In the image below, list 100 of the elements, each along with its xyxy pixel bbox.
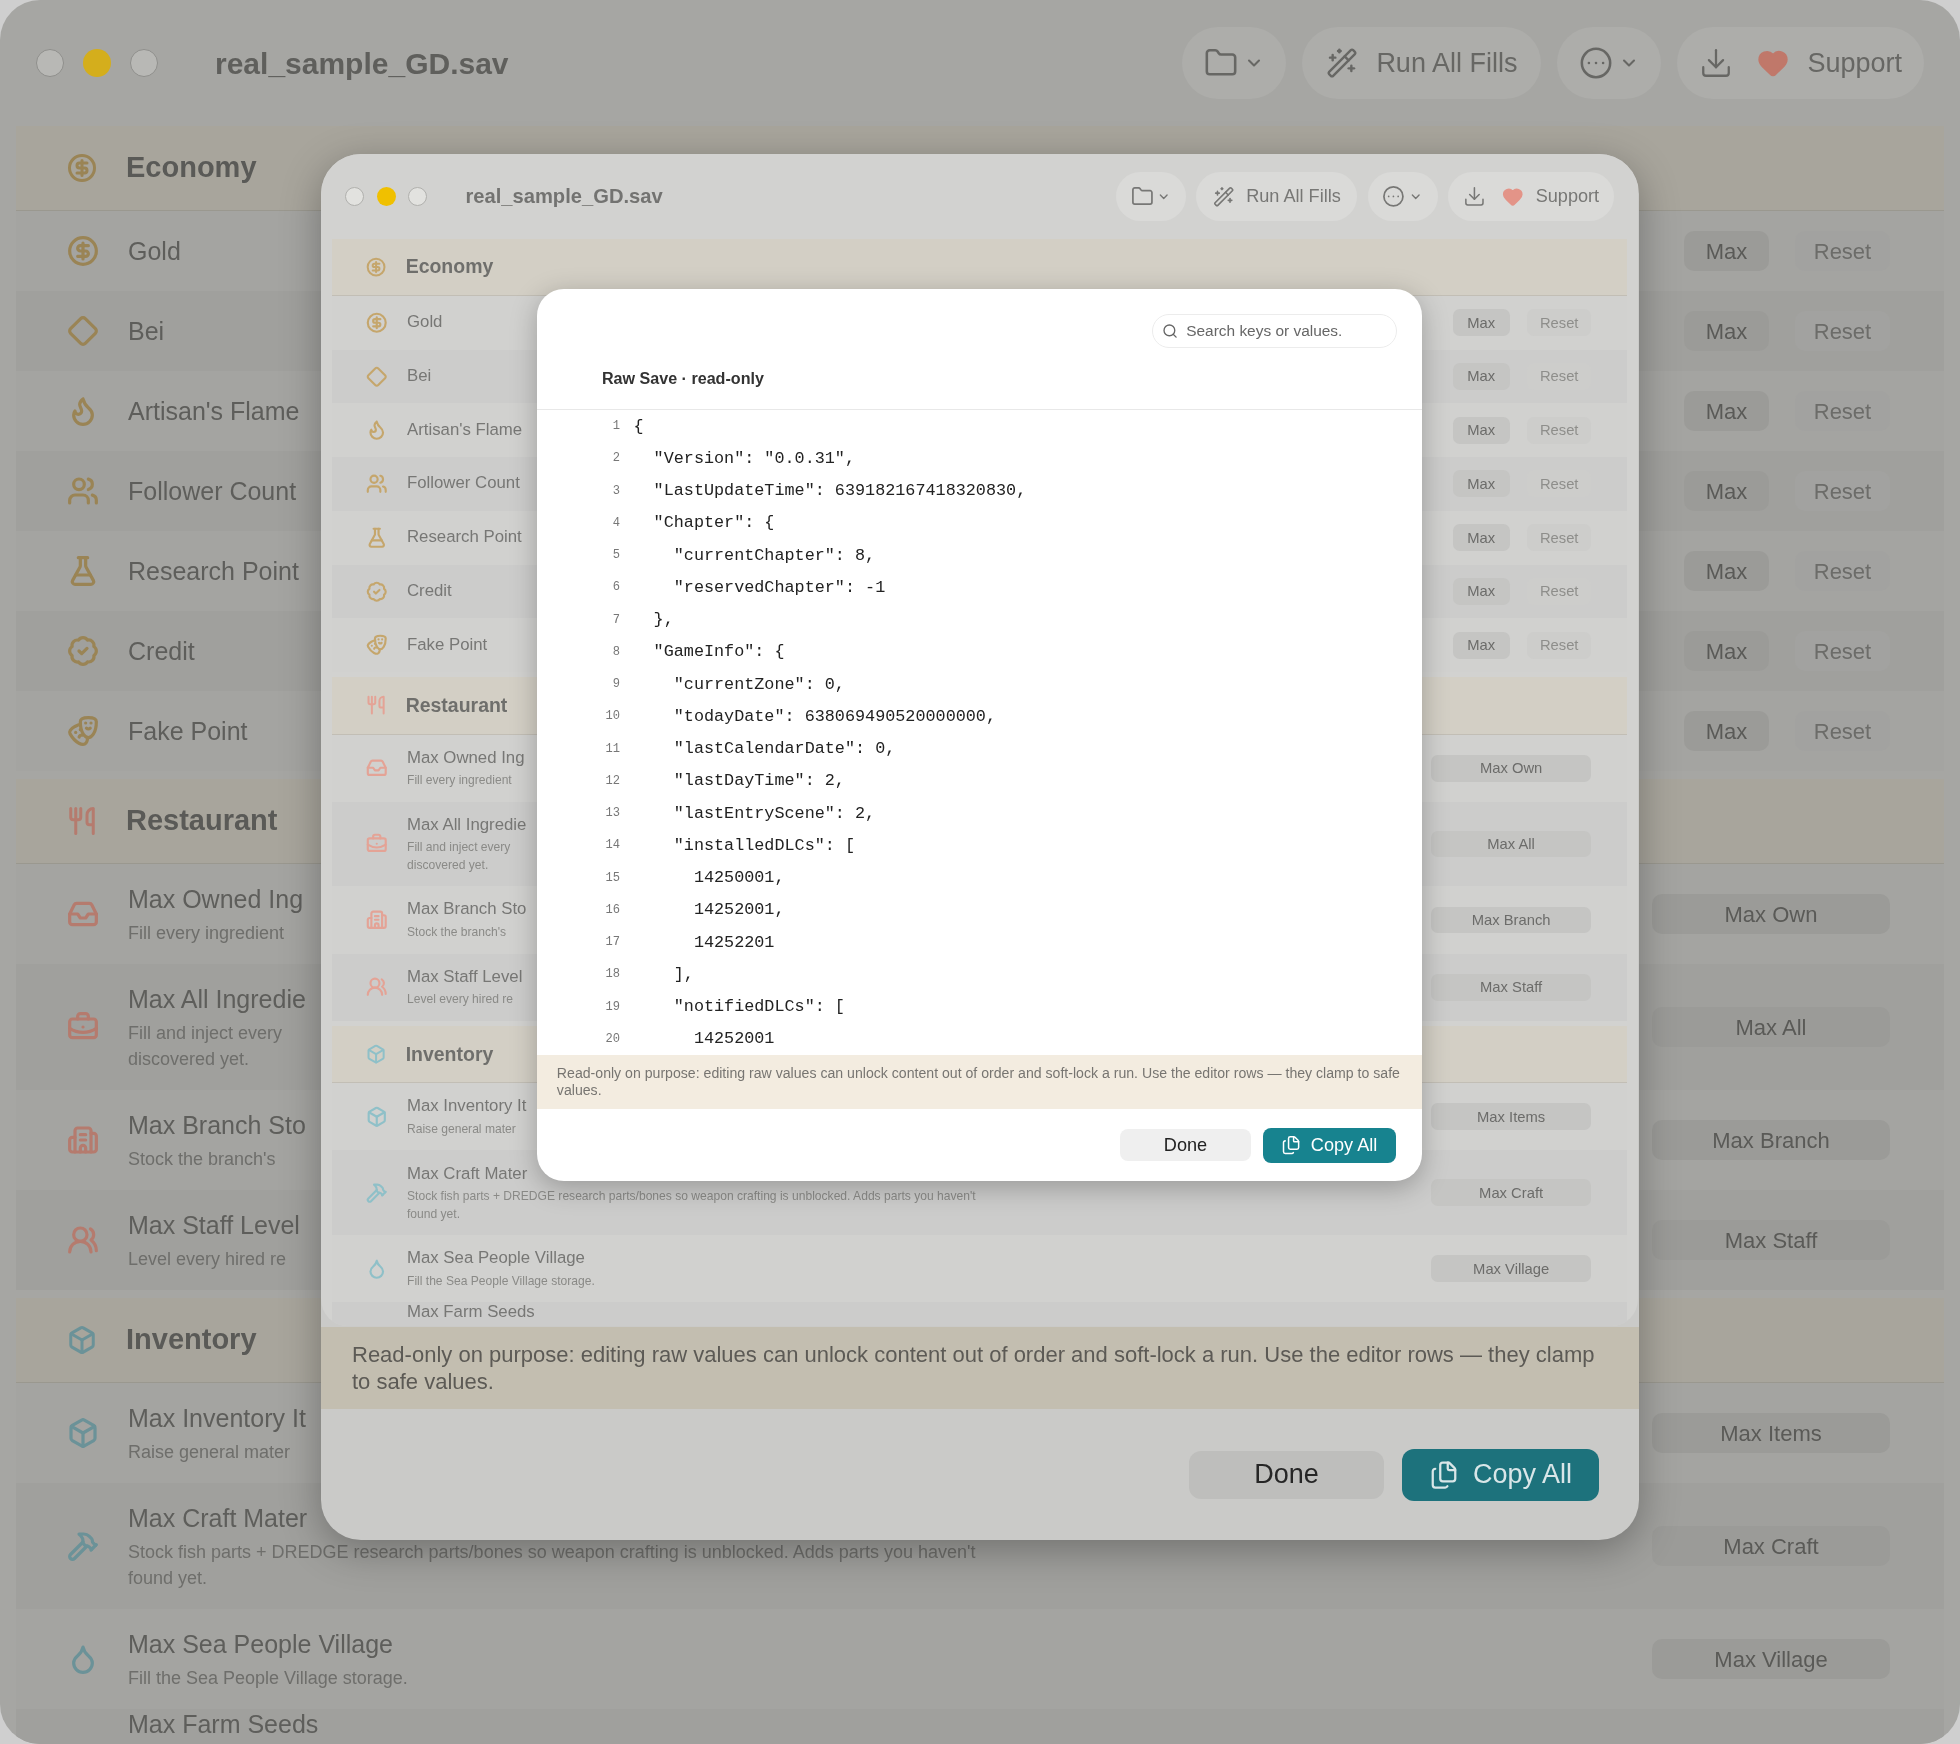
fill-button[interactable]: Max Own [1431,754,1592,782]
line-number: 1 [611,418,620,436]
stat-button[interactable]: Max [1684,471,1769,511]
stat-button[interactable]: Max [1452,362,1510,390]
line-number: 10 [604,708,620,726]
stat-button[interactable]: Max [1452,577,1510,605]
stat-button[interactable]: Max [1452,309,1510,337]
code-line: "installedDLCs": [ [672,834,855,857]
folder-button[interactable] [1115,172,1186,221]
fill-button[interactable]: Max Staff [1652,1220,1890,1260]
fill-button[interactable]: Max All [1431,830,1592,858]
notice-text: Read-only on purpose: editing raw values can unlock content out of order and soft-lock a run. Use the editor rows — they clamp to safe values. [352,1341,1596,1395]
row-title: Max Branch Sto [128,1110,306,1141]
section-title: Restaurant [405,692,508,718]
row-description: Fill the Sea People Village storage. [407,1272,595,1290]
line-number: 12 [604,772,620,790]
row-title: Max Sea People Village [128,1629,393,1660]
stat-button[interactable]: Max [1684,391,1769,431]
support-button[interactable]: Support [1757,42,1902,84]
more-button[interactable] [1367,172,1438,221]
run-all-fills-button[interactable]: Run All Fills [1302,27,1542,99]
row-title: Gold [407,311,443,334]
code-line: ], [672,963,694,986]
done-button[interactable]: Done [1120,1129,1252,1162]
row-description: Fill every ingredient [407,772,512,790]
flask-icon [366,526,388,549]
building-icon [366,909,388,931]
row-title: Credit [128,636,195,667]
stat-button[interactable]: Max [1684,311,1769,351]
more-icon [1579,46,1614,80]
coin-icon [67,153,97,183]
line-number: 3 [611,482,620,500]
fill-button[interactable]: Max Own [1652,894,1890,934]
masks-icon [366,634,388,656]
line-number: 5 [611,547,620,565]
fill-button[interactable]: Max Branch [1431,906,1592,934]
search-field[interactable]: Search keys or values. [1151,313,1397,348]
row-title: Max Farm Seeds [128,1709,319,1739]
tray-icon [366,757,388,779]
utensils-icon [67,806,97,836]
download-button[interactable] [1463,184,1486,208]
stat-button[interactable]: Max [1684,631,1769,671]
download-icon [1463,184,1486,208]
stat-button[interactable]: Max [1684,711,1769,751]
row-title: Fake Point [128,716,248,747]
done-button[interactable]: Done [1189,1450,1384,1499]
support-button[interactable]: Support [1502,182,1600,210]
code-line: "Version": "0.0.31", [652,447,855,470]
row-title: Max Farm Seeds [407,1302,535,1323]
line-number: 8 [611,643,620,661]
stat-button[interactable]: Max [1452,470,1510,498]
fill-button[interactable]: Max Village [1652,1639,1890,1679]
line-number: 14 [604,837,620,855]
row-description: Level every hired re [407,991,514,1009]
line-number: 17 [604,934,620,952]
stat-button[interactable]: Max [1452,631,1510,659]
fill-button[interactable]: Max All [1652,1007,1890,1047]
badge-check-icon [67,635,99,667]
stat-button[interactable]: Max [1452,416,1510,444]
hammer-icon [366,1182,388,1204]
code-line: "Chapter": { [652,512,775,535]
code-line: "lastEntryScene": 2, [672,802,876,825]
stat-button[interactable]: Max [1684,551,1769,591]
copy-all-button[interactable]: Copy All [1263,1127,1396,1163]
code-line: "lastCalendarDate": 0, [672,738,896,761]
masks-icon [67,715,99,747]
row-title: Max Inventory It [128,1403,306,1434]
group-icon [67,1224,99,1256]
zoom-button[interactable] [130,49,158,77]
fill-button[interactable]: Max Items [1652,1413,1890,1453]
close-button[interactable] [36,49,64,77]
fill-button[interactable]: Max Items [1431,1103,1592,1131]
close-button[interactable] [345,186,364,206]
line-number: 11 [604,740,620,758]
hammer-icon [67,1530,99,1562]
fill-button[interactable]: Max Craft [1431,1179,1592,1207]
stat-button[interactable]: Max [1684,231,1769,271]
copy-icon [1281,1135,1302,1156]
fill-button[interactable]: Max Village [1431,1255,1592,1283]
folder-icon [1130,184,1154,208]
row-title: Artisan's Flame [128,396,300,427]
row-title: Max Craft Mater [128,1503,308,1534]
stat-button[interactable]: Max [1452,524,1510,552]
dialog-title: Raw Save · read-only [601,368,764,390]
row-description: Stock the branch's [407,924,506,941]
diamond-icon [67,315,99,347]
section-title: Inventory [405,1041,494,1067]
cube-icon [67,1417,99,1449]
building-icon [67,1124,99,1156]
fill-button[interactable]: Max Craft [1652,1526,1890,1566]
line-number: 13 [604,805,620,823]
section-title: Restaurant [126,803,278,839]
row-description: Fill and inject every discovered yet. [407,839,511,874]
copy-all-button[interactable]: Copy All [1402,1448,1599,1501]
zoom-button[interactable] [408,186,428,206]
run-all-fills-button[interactable]: Run All Fills [1196,172,1357,221]
fill-button[interactable]: Max Staff [1431,973,1592,1001]
fill-button[interactable]: Max Branch [1652,1120,1890,1160]
badge-check-icon [366,580,388,603]
cube-icon [366,1106,388,1128]
